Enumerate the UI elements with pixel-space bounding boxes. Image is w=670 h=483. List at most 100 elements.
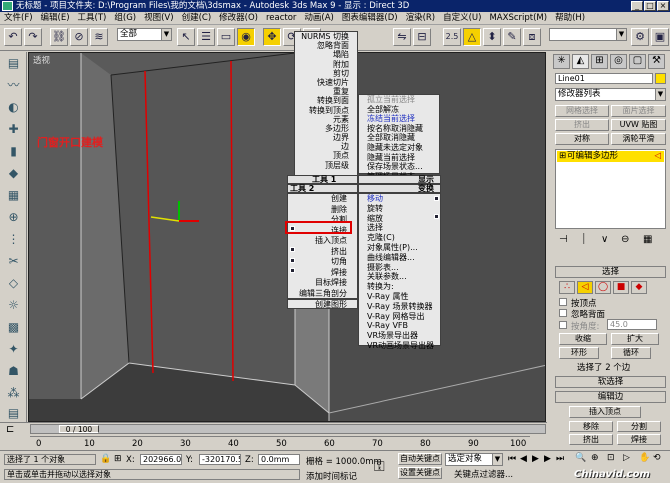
settings-square-icon[interactable]	[290, 247, 295, 252]
quad-item[interactable]: 移动	[359, 194, 440, 204]
show-end-result-icon[interactable]: ⏐	[581, 234, 587, 245]
snapshot-icon[interactable]: ⊕	[4, 208, 23, 227]
quad-item[interactable]: 克隆(C)	[359, 233, 440, 243]
menu-modifiers[interactable]: 修改器(O)	[215, 12, 262, 25]
menu-customize[interactable]: 自定义(U)	[439, 12, 485, 25]
menu-tools[interactable]: 工具(T)	[74, 12, 111, 25]
selection-filter-dropdown[interactable]: 全部 ▼	[117, 28, 172, 41]
by-angle-checkbox[interactable]	[559, 321, 567, 329]
add-time-tag[interactable]: 添加时间标记	[306, 470, 357, 482]
layer-manager-icon[interactable]: ⧈	[523, 28, 541, 46]
create-tab-icon[interactable]: ✳	[553, 54, 570, 69]
quad-item[interactable]: 切角	[288, 257, 357, 268]
pin-stack-icon[interactable]: ⊣	[559, 234, 568, 245]
spinner-snap-icon[interactable]: ⬍	[483, 28, 501, 46]
quad-item[interactable]: 全部取消隐藏	[359, 133, 439, 143]
close-button[interactable]: ×	[657, 1, 669, 11]
quad-item[interactable]: 隐藏当前选择	[359, 153, 439, 163]
bind-spacewarp-icon[interactable]: ≋	[90, 28, 108, 46]
settings-square-icon[interactable]	[434, 196, 439, 201]
ring-button[interactable]: 环形	[559, 347, 599, 359]
quad-item[interactable]: 保存场景状态...	[359, 162, 439, 172]
redo-icon[interactable]: ↷	[24, 28, 42, 46]
time-slider-thumb[interactable]: 0 / 100	[59, 425, 99, 434]
quad-item[interactable]: V-Ray 网格导出	[359, 312, 440, 322]
zoom-all-icon[interactable]: ⊕	[591, 453, 599, 463]
quad-item[interactable]: 创建	[288, 194, 357, 205]
modify-tab-icon[interactable]: ◭	[572, 54, 589, 69]
menu-file[interactable]: 文件(F)	[0, 12, 37, 25]
stack-item-editable-poly[interactable]: 可编辑多边形 ⊞ ◁	[557, 151, 664, 162]
quad-item[interactable]: 旋转	[359, 204, 440, 214]
element-level-icon[interactable]: ◆	[631, 281, 647, 294]
remove-modifier-icon[interactable]: ⊖	[621, 234, 629, 245]
remove-button[interactable]: 移除	[569, 421, 613, 432]
quick-render-icon[interactable]: ▣	[651, 28, 669, 46]
script-icon[interactable]: ▤	[4, 404, 23, 423]
x-coordinate[interactable]: 202966.0	[140, 454, 182, 465]
curve-editor-icon[interactable]: 〰	[4, 76, 23, 95]
quad-item[interactable]: 转换到顶点	[295, 106, 357, 115]
minimize-button[interactable]: _	[631, 1, 643, 11]
quad-item[interactable]: 摄影表...	[359, 263, 440, 273]
quad-item[interactable]: 插入顶点	[288, 236, 357, 247]
minicurve-icon[interactable]: ⊏	[6, 424, 14, 435]
quad-item[interactable]: V-Ray 场景转换器	[359, 302, 440, 312]
window-crossing-icon[interactable]: ◉	[237, 28, 255, 46]
quad-item[interactable]: 隐藏未选定对象	[359, 143, 439, 153]
ignore-backfacing-checkbox[interactable]	[559, 309, 567, 317]
menu-graph-editors[interactable]: 图表编辑器(D)	[338, 12, 402, 25]
quad-item[interactable]: 焊接	[288, 268, 357, 279]
prev-frame-icon[interactable]: ◀	[520, 454, 527, 464]
orbit-icon[interactable]: ⟲	[653, 453, 661, 463]
mirror-icon[interactable]: ⇋	[393, 28, 411, 46]
configure-sets-icon[interactable]: ▦	[643, 234, 652, 245]
menu-rendering[interactable]: 渲染(R)	[402, 12, 440, 25]
quad-item[interactable]: 删除	[288, 205, 357, 216]
quad-item[interactable]: 按名称取消隐藏	[359, 124, 439, 134]
select-objects-icon[interactable]: ▮	[4, 142, 23, 161]
quad-item[interactable]: 孤立当前选择	[359, 95, 439, 105]
object-color-swatch[interactable]	[655, 73, 666, 84]
quad-item[interactable]: 边界	[295, 133, 357, 142]
quad-item[interactable]: VR动画场景导出器	[359, 341, 440, 351]
quad-item[interactable]: 多边形	[295, 124, 357, 133]
teapot-icon[interactable]: ☗	[4, 362, 23, 381]
quad-item[interactable]: 附加	[295, 60, 357, 69]
object-name-field[interactable]: Line01	[555, 73, 653, 84]
auto-key-button[interactable]: 自动关键点	[398, 453, 442, 465]
quad-item[interactable]: 关联参数...	[359, 272, 440, 282]
clone-icon[interactable]: ▦	[4, 186, 23, 205]
quad-item[interactable]: 剪切	[295, 69, 357, 78]
menu-help[interactable]: 帮助(H)	[551, 12, 589, 25]
menu-reactor[interactable]: reactor	[262, 12, 300, 25]
pan-icon[interactable]: ✋	[639, 453, 650, 463]
lock-selection-icon[interactable]: 🔒	[100, 454, 111, 464]
settings-square-icon[interactable]	[434, 214, 439, 219]
angle-snap-icon[interactable]: 2.5	[443, 28, 461, 46]
quad-item[interactable]: 转换为:	[359, 282, 440, 292]
menu-create[interactable]: 创建(C)	[178, 12, 216, 25]
border-level-icon[interactable]: ◯	[595, 281, 611, 294]
spacing-icon[interactable]: ⋮	[4, 230, 23, 249]
extrude-button[interactable]: 挤出	[555, 119, 609, 131]
zoom-icon[interactable]: 🔍	[575, 453, 586, 463]
named-selection-icon[interactable]: ✎	[503, 28, 521, 46]
rect-selection-icon[interactable]: ▭	[217, 28, 235, 46]
menu-maxscript[interactable]: MAXScript(M)	[485, 12, 551, 25]
layers-icon[interactable]: ▤	[4, 54, 23, 73]
helper-icon[interactable]: ✦	[4, 340, 23, 359]
grow-button[interactable]: 扩大	[611, 333, 659, 345]
quad-item[interactable]: 创建图形	[287, 299, 358, 309]
motion-tab-icon[interactable]: ◎	[610, 54, 627, 69]
display-tab-icon[interactable]: ▢	[629, 54, 646, 69]
quad-item[interactable]: 塌陷	[295, 50, 357, 59]
unwrap-icon[interactable]: ◆	[4, 164, 23, 183]
make-unique-icon[interactable]: ∨	[601, 234, 608, 245]
modifier-list-dropdown[interactable]: 修改器列表 ▼	[555, 88, 666, 101]
field-of-view-icon[interactable]: ▷	[623, 453, 630, 463]
utilities-tab-icon[interactable]: ⚒	[648, 54, 665, 69]
vertex-level-icon[interactable]: ∴	[559, 281, 575, 294]
go-to-end-icon[interactable]: ⏭	[556, 454, 564, 464]
time-slider-track[interactable]: 0 / 100	[30, 424, 546, 434]
